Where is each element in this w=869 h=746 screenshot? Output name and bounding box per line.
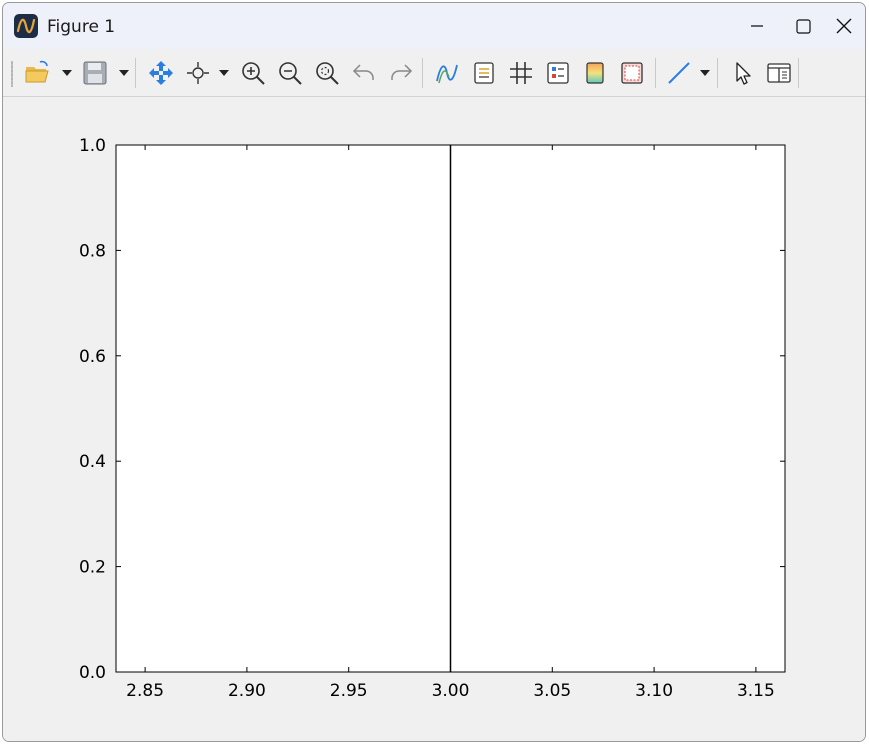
toolbar-grip[interactable] <box>11 61 13 87</box>
undo-icon[interactable] <box>350 59 378 87</box>
curve-style-icon[interactable] <box>433 59 461 87</box>
legend-icon[interactable] <box>470 59 498 87</box>
plot-svg[interactable]: 2.85 2.90 2.95 3.00 3.05 3.10 3.15 0.0 0.2 0.4 0.6… <box>3 97 865 741</box>
properties-icon[interactable] <box>544 59 572 87</box>
data-cursor-icon[interactable] <box>184 59 212 87</box>
toolbar-separator <box>135 58 136 88</box>
zoom-reset-icon[interactable] <box>313 59 341 87</box>
open-dropdown-icon[interactable] <box>62 70 72 76</box>
zoom-in-icon[interactable] <box>239 59 267 87</box>
app-logo-icon <box>14 14 38 38</box>
figure-window: Figure 1 2.85 2.90 2.95 3.00 3.05 3.10 3… <box>2 2 866 742</box>
y-tick-label: 0.2 <box>79 558 106 578</box>
y-tick-label: 0.6 <box>79 347 106 367</box>
figure-canvas[interactable]: 2.85 2.90 2.95 3.00 3.05 3.10 3.15 0.0 0.2 0.4 0.6… <box>3 97 865 741</box>
toolbar-separator <box>798 58 799 88</box>
open-folder-icon[interactable] <box>23 59 51 87</box>
grid-icon[interactable] <box>507 59 535 87</box>
x-tick-label: 3.15 <box>737 681 775 701</box>
line-tool-dropdown-icon[interactable] <box>700 70 710 76</box>
window-title: Figure 1 <box>47 17 116 37</box>
frame-icon[interactable] <box>618 59 646 87</box>
y-tick-label: 0.8 <box>79 241 106 261</box>
minimize-button[interactable] <box>734 3 780 49</box>
data-cursor-dropdown-icon[interactable] <box>219 70 229 76</box>
save-dropdown-icon[interactable] <box>119 70 129 76</box>
y-tick-label: 0.0 <box>79 663 106 683</box>
x-tick-label: 2.85 <box>126 681 164 701</box>
close-button[interactable] <box>821 3 865 49</box>
save-icon[interactable] <box>81 59 109 87</box>
y-tick-label: 0.4 <box>79 452 106 472</box>
toolbar <box>3 49 865 97</box>
close-icon <box>836 18 852 34</box>
x-tick-label: 2.95 <box>330 681 368 701</box>
x-tick-label: 2.90 <box>228 681 266 701</box>
toolbar-separator <box>422 58 423 88</box>
toolbar-separator <box>717 58 718 88</box>
minimize-icon <box>751 25 763 27</box>
maximize-button[interactable] <box>780 3 826 49</box>
x-tick-label: 3.00 <box>432 681 470 701</box>
x-tick-label: 3.10 <box>635 681 673 701</box>
zoom-out-icon[interactable] <box>276 59 304 87</box>
toolbar-separator <box>655 58 656 88</box>
y-tick-label: 1.0 <box>79 136 106 156</box>
x-tick-label: 3.05 <box>533 681 571 701</box>
line-tool-icon[interactable] <box>665 59 693 87</box>
redo-icon[interactable] <box>387 59 415 87</box>
panel-toggle-icon[interactable] <box>765 59 793 87</box>
maximize-icon <box>796 19 811 34</box>
pan-icon[interactable] <box>147 59 175 87</box>
select-pointer-icon[interactable] <box>729 59 757 87</box>
title-bar[interactable]: Figure 1 <box>3 3 865 49</box>
colormap-icon[interactable] <box>581 59 609 87</box>
